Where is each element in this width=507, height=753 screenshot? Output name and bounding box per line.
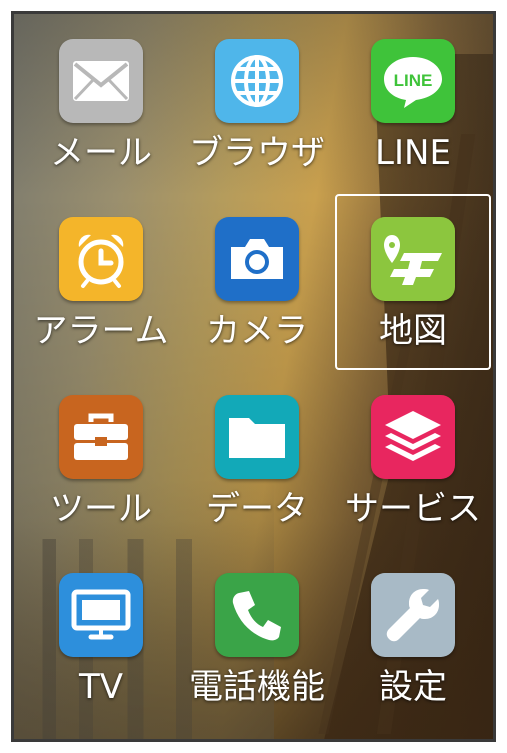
app-label: データ (206, 489, 308, 529)
line-icon: LINE (371, 39, 455, 123)
app-services[interactable]: サービス (335, 395, 491, 567)
alarm-clock-icon (59, 217, 143, 301)
app-label: ブラウザ (189, 133, 325, 173)
app-alarm[interactable]: アラーム (23, 217, 179, 389)
home-screen: メール ブラウザ LINE LINE アラーム カメラ 地図 ツール データ サ… (11, 11, 496, 742)
app-data[interactable]: データ (179, 395, 335, 567)
app-phone[interactable]: 電話機能 (179, 573, 335, 739)
toolbox-icon (59, 395, 143, 479)
app-label: アラーム (33, 311, 169, 351)
app-label: カメラ (206, 311, 308, 351)
app-line[interactable]: LINE LINE (335, 39, 491, 211)
app-tv[interactable]: TV (23, 573, 179, 739)
app-browser[interactable]: ブラウザ (179, 39, 335, 211)
layers-icon (371, 395, 455, 479)
app-label: ツール (50, 489, 152, 529)
app-settings[interactable]: 設定 (335, 573, 491, 739)
tv-icon (59, 573, 143, 657)
globe-icon (215, 39, 299, 123)
wrench-icon (371, 573, 455, 657)
app-tools[interactable]: ツール (23, 395, 179, 567)
app-label: 地図 (379, 311, 447, 351)
app-label: LINE (375, 133, 451, 173)
camera-icon (215, 217, 299, 301)
map-icon (371, 217, 455, 301)
line-icon-text: LINE (394, 71, 433, 90)
app-grid: メール ブラウザ LINE LINE アラーム カメラ 地図 ツール データ サ… (14, 14, 493, 739)
app-label: メール (50, 133, 152, 173)
app-mail[interactable]: メール (23, 39, 179, 211)
app-label: サービス (345, 489, 481, 529)
mail-icon (59, 39, 143, 123)
app-label: 電話機能 (189, 667, 325, 707)
app-label: 設定 (379, 667, 447, 707)
app-map[interactable]: 地図 (335, 194, 491, 370)
phone-icon (215, 573, 299, 657)
app-camera[interactable]: カメラ (179, 217, 335, 389)
app-label: TV (78, 667, 124, 707)
folder-icon (215, 395, 299, 479)
